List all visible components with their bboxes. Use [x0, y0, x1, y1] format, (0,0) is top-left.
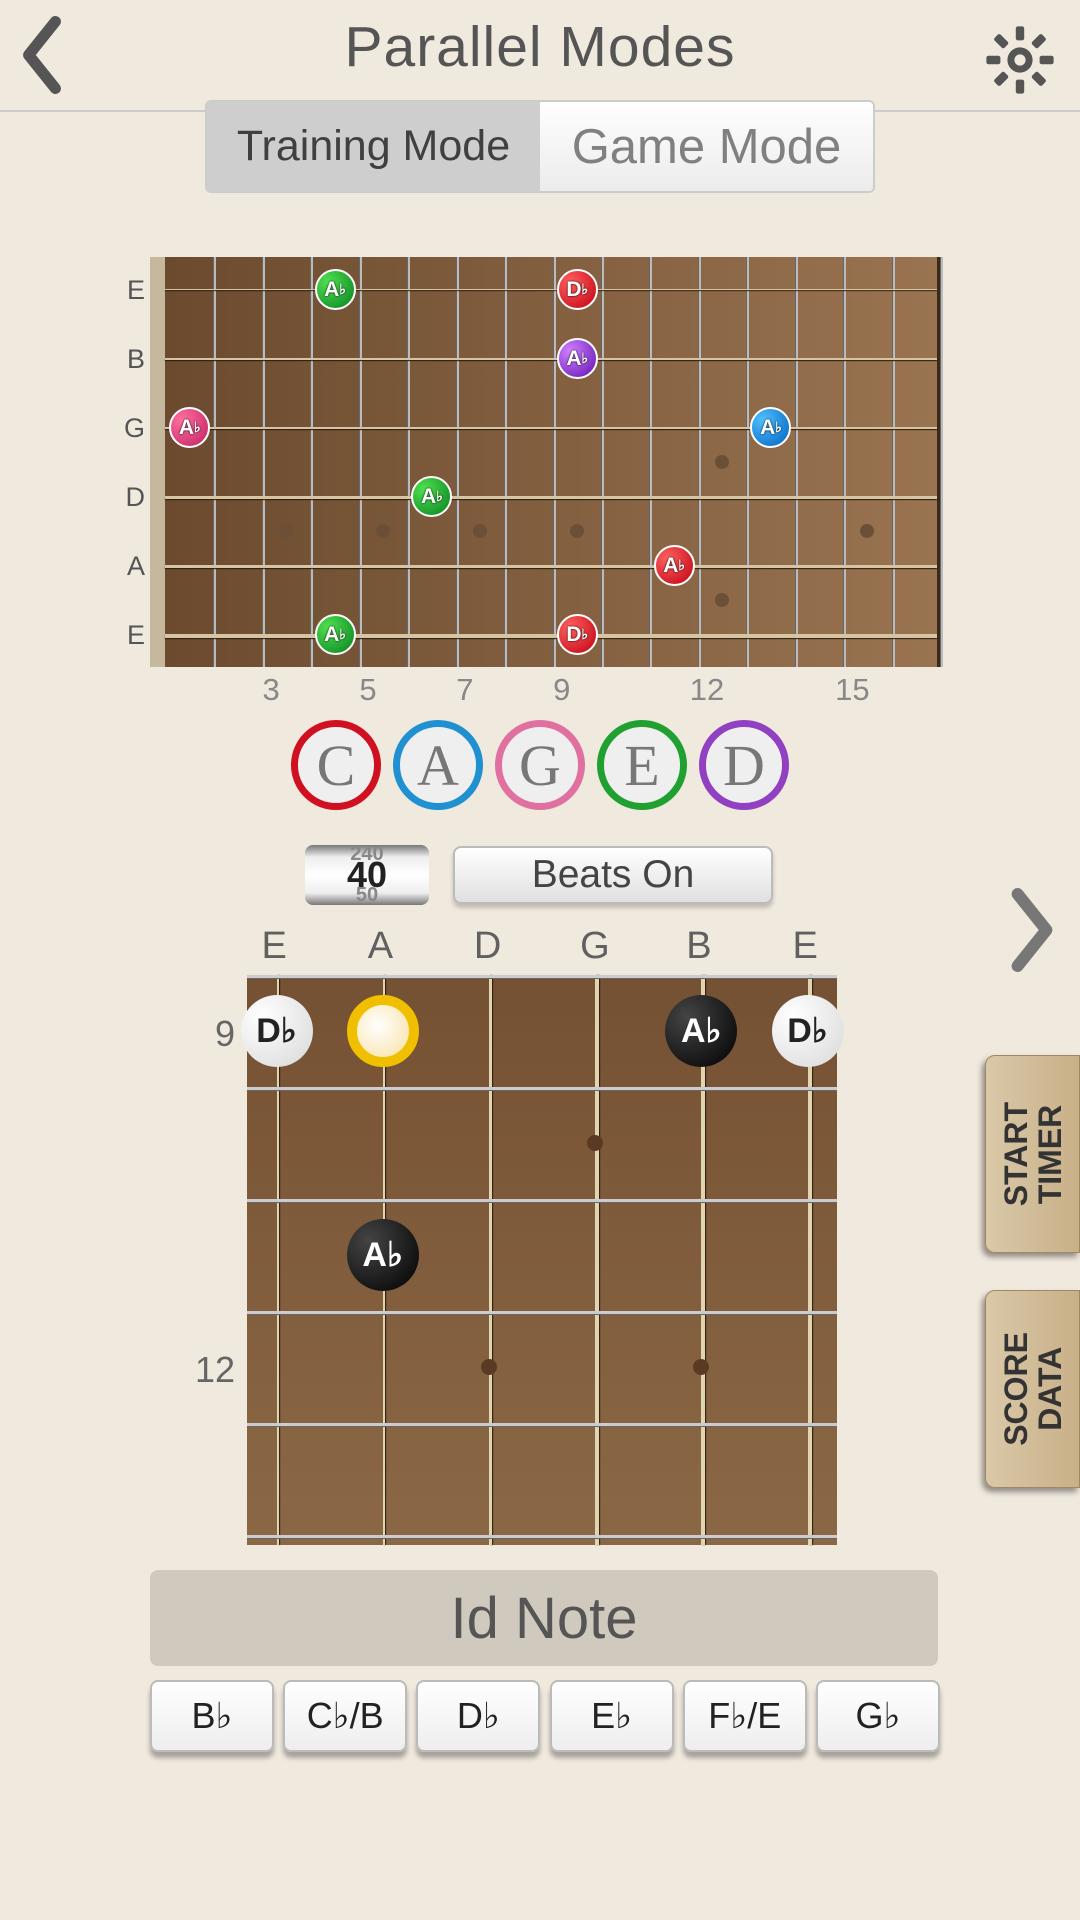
main-fretboard[interactable]: A♭ D♭ A♭ A♭ A♭ A♭ A♭ A♭ D♭ [150, 257, 940, 667]
fretboard-note-marker[interactable]: D♭ [557, 614, 598, 655]
note-button[interactable]: E♭ [550, 1680, 674, 1752]
page-title: Parallel Modes [0, 0, 1080, 80]
back-button[interactable] [12, 10, 72, 100]
string-label: A [120, 551, 145, 582]
tab-game-mode[interactable]: Game Mode [540, 102, 873, 191]
fret-number: 5 [359, 672, 376, 708]
fret-number: 7 [456, 672, 473, 708]
caged-g-button[interactable]: G [495, 720, 585, 810]
string-label: G [120, 413, 145, 444]
chord-note-marker[interactable] [347, 995, 419, 1067]
fret-number: 12 [690, 672, 724, 708]
string-label: E [120, 275, 145, 306]
fret-number: 9 [185, 1013, 235, 1055]
caged-e-button[interactable]: E [597, 720, 687, 810]
next-arrow[interactable] [1002, 880, 1062, 980]
string-label: E [262, 925, 282, 968]
note-button[interactable]: C♭/B [283, 1680, 407, 1752]
caged-d-button[interactable]: D [699, 720, 789, 810]
chord-fretboard[interactable]: D♭A♭D♭A♭ [247, 975, 837, 1545]
string-label: B [686, 925, 706, 968]
fretboard-note-marker[interactable]: A♭ [654, 545, 695, 586]
string-label: D [120, 482, 145, 513]
string-label: B [120, 344, 145, 375]
fretboard-note-marker[interactable]: A♭ [315, 614, 356, 655]
chord-note-marker[interactable]: A♭ [347, 1219, 419, 1291]
tab-training-mode[interactable]: Training Mode [207, 102, 540, 191]
string-label: A [368, 925, 388, 968]
caged-a-button[interactable]: A [393, 720, 483, 810]
fretboard-note-marker[interactable]: A♭ [169, 407, 210, 448]
fretboard-note-marker[interactable]: D♭ [557, 269, 598, 310]
chord-note-marker[interactable]: D♭ [241, 995, 313, 1067]
caged-c-button[interactable]: C [291, 720, 381, 810]
fretboard-note-marker[interactable]: A♭ [411, 476, 452, 517]
tempo-ghost-bottom: 50 [356, 884, 378, 905]
note-buttons-row: B♭C♭/BD♭E♭F♭/EG♭ [150, 1680, 940, 1752]
fret-number: 15 [835, 672, 869, 708]
note-button[interactable]: D♭ [416, 1680, 540, 1752]
chord-note-marker[interactable]: D♭ [772, 995, 844, 1067]
string-label: G [580, 925, 600, 968]
string-label: E [793, 925, 813, 968]
beats-toggle[interactable]: Beats On [453, 846, 773, 904]
chord-note-marker[interactable]: A♭ [665, 995, 737, 1067]
fretboard-note-marker[interactable]: A♭ [315, 269, 356, 310]
settings-button[interactable] [980, 20, 1060, 100]
fret-number: 9 [553, 672, 570, 708]
note-button[interactable]: F♭/E [683, 1680, 807, 1752]
tempo-picker[interactable]: 240 40 50 [305, 845, 429, 905]
fret-number: 3 [262, 672, 279, 708]
string-label: E [120, 620, 145, 651]
caged-row: CAGED [291, 720, 789, 810]
note-button[interactable]: G♭ [816, 1680, 940, 1752]
mode-tabs: Training Mode Game Mode [205, 100, 875, 193]
score-data-button[interactable]: SCORE DATA [985, 1290, 1080, 1488]
fret-number: 12 [185, 1349, 235, 1391]
string-label: D [474, 925, 494, 968]
id-note-button[interactable]: Id Note [150, 1570, 938, 1666]
fretboard-note-marker[interactable]: A♭ [750, 407, 791, 448]
note-button[interactable]: B♭ [150, 1680, 274, 1752]
fretboard-note-marker[interactable]: A♭ [557, 338, 598, 379]
start-timer-button[interactable]: START TIMER [985, 1055, 1080, 1253]
